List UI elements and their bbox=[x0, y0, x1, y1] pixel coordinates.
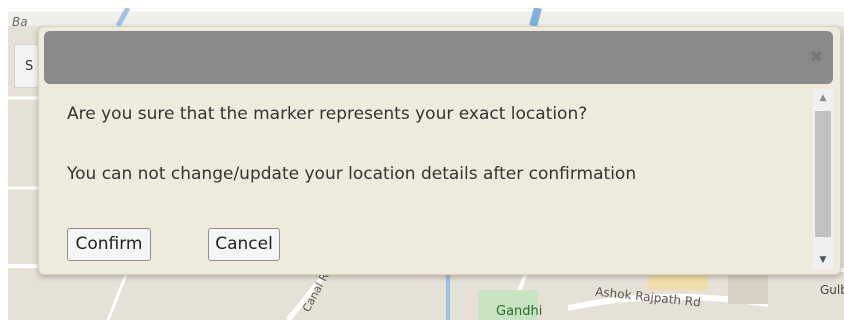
scroll-up-arrow-icon[interactable]: ▲ bbox=[813, 89, 833, 107]
scroll-down-arrow-icon[interactable]: ▼ bbox=[813, 251, 833, 269]
dialog-scrollbar[interactable]: ▲ ▼ bbox=[813, 89, 833, 269]
scrollbar-thumb[interactable] bbox=[815, 111, 831, 237]
map-label-gandhi: Gandhi bbox=[496, 304, 543, 319]
confirm-button[interactable]: Confirm bbox=[67, 228, 151, 261]
dialog-body: Are you sure that the marker represents … bbox=[39, 85, 814, 274]
confirmation-dialog: ✖ Are you sure that the marker represent… bbox=[38, 26, 841, 275]
map-label-top-left: Ba bbox=[12, 15, 28, 29]
close-icon[interactable]: ✖ bbox=[810, 48, 823, 66]
map-label-gulb: Gulb bbox=[820, 283, 844, 297]
cancel-button[interactable]: Cancel bbox=[208, 228, 280, 261]
warning-text: You can not change/update your location … bbox=[67, 164, 637, 184]
confirm-question-text: Are you sure that the marker represents … bbox=[67, 104, 588, 124]
dialog-titlebar[interactable]: ✖ bbox=[44, 31, 833, 84]
